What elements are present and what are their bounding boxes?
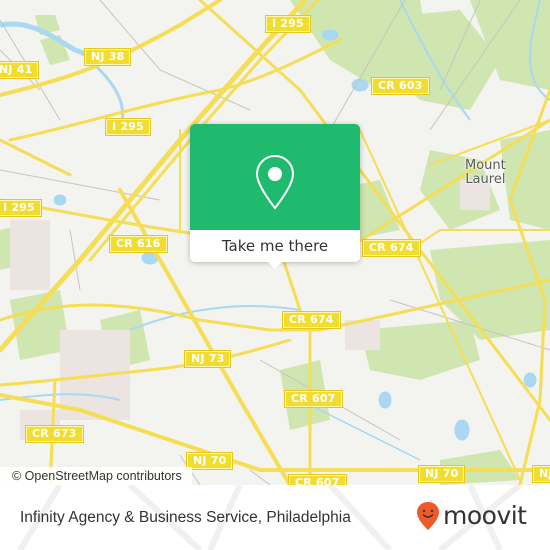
road-shield-cr673: CR 673 — [25, 425, 84, 443]
location-popup: Take me there — [190, 124, 360, 269]
place-label-line: Laurel — [465, 172, 506, 187]
road-shield-nj73: NJ 73 — [184, 350, 232, 368]
moovit-logo[interactable]: moovit — [416, 498, 527, 534]
road-shield-cr674: CR 674 — [282, 311, 341, 329]
popup-header — [190, 124, 360, 230]
take-me-there-button[interactable]: Take me there — [190, 230, 360, 262]
place-label-mount-laurel: Mount Laurel — [465, 159, 506, 187]
footer-bar: Infinity Agency & Business Service, Phil… — [0, 485, 550, 550]
road-shield-cr616: CR 616 — [109, 235, 168, 253]
map-pin-icon — [255, 154, 295, 210]
road-shield-i295: I 295 — [265, 15, 311, 33]
map-attribution[interactable]: © OpenStreetMap contributors — [0, 467, 192, 485]
map-view[interactable]: I 295 NJ 41 NJ 38 I 295 CR 603 I 295 CR … — [0, 0, 550, 485]
road-shield-nj38: NJ 38 — [84, 48, 132, 66]
road-shield-nj70: NJ 70 — [186, 452, 234, 470]
road-shield-nj70: NJ — [532, 465, 550, 483]
road-shield-i295: I 295 — [105, 118, 151, 136]
road-shield-nj70: NJ 70 — [418, 465, 466, 483]
place-label-line: Mount — [465, 158, 506, 173]
road-shield-cr607: CR 607 — [288, 474, 347, 485]
road-shield-cr607: CR 607 — [284, 390, 343, 408]
road-shield-cr603: CR 603 — [371, 77, 430, 95]
place-title: Infinity Agency & Business Service, Phil… — [20, 509, 351, 526]
moovit-pin-icon — [417, 502, 439, 530]
road-shield-cr674: CR 674 — [362, 239, 421, 257]
popup-pointer — [266, 260, 284, 269]
road-shield-i295: I 295 — [0, 199, 42, 217]
road-shield-nj41: NJ 41 — [0, 61, 40, 79]
moovit-wordmark: moovit — [443, 501, 527, 530]
